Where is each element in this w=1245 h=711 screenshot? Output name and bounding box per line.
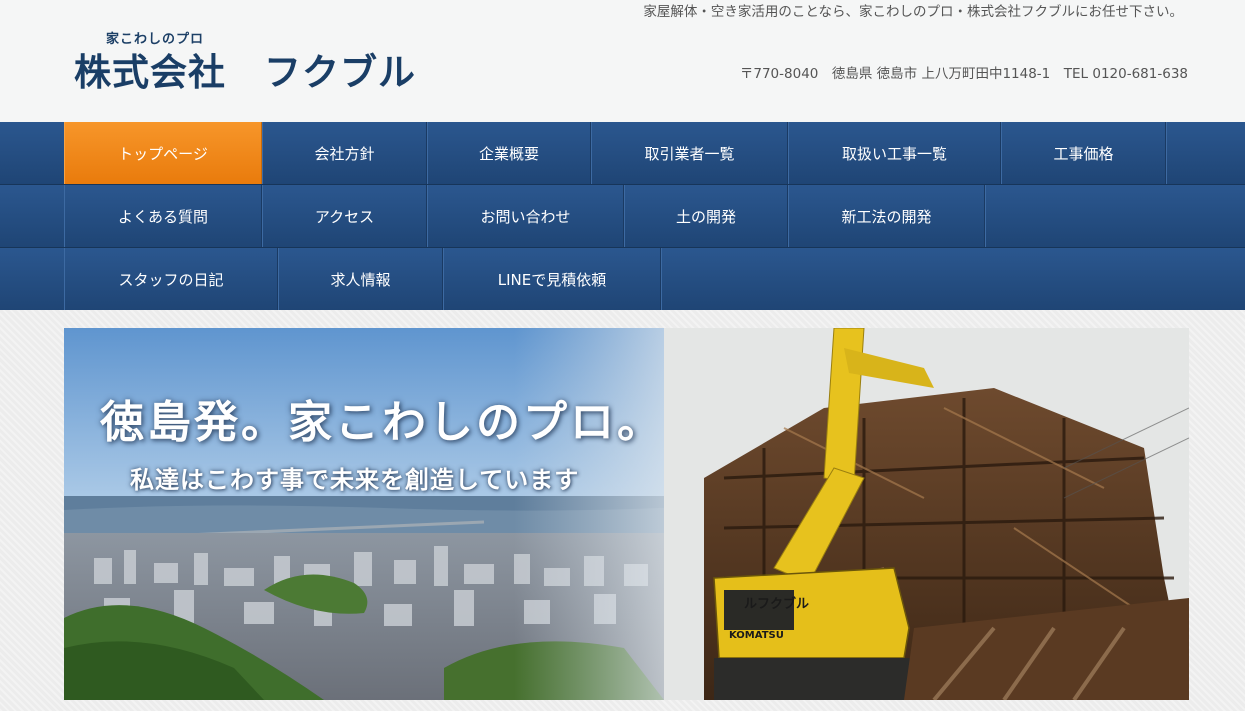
site-header: 家屋解体・空き家活用のことなら、家こわしのプロ・株式会社フクブルにお任せ下さい。…: [0, 0, 1245, 122]
nav-row-filler: [661, 248, 1245, 310]
nav-item-line-estimate[interactable]: LINEで見積依頼: [443, 248, 661, 310]
nav-item-faq[interactable]: よくある質問: [64, 185, 262, 247]
nav-row-3: スタッフの日記 求人情報 LINEで見積依頼: [0, 248, 1245, 310]
nav-item-prices[interactable]: 工事価格: [1001, 122, 1166, 184]
excavator-decal: ルフクブル: [744, 596, 809, 612]
header-tagline: 家屋解体・空き家活用のことなら、家こわしのプロ・株式会社フクブルにお任せ下さい。: [643, 4, 1183, 20]
excavator-brand: KOMATSU: [729, 630, 784, 641]
main-navigation: トップページ 会社方針 企業概要 取引業者一覧 取扱い工事一覧 工事価格 よくあ…: [0, 122, 1245, 310]
hero-illustration: ルフクブル KOMATSU: [64, 328, 1189, 700]
nav-item-contact[interactable]: お問い合わせ: [427, 185, 624, 247]
nav-row-1: トップページ 会社方針 企業概要 取引業者一覧 取扱い工事一覧 工事価格: [0, 122, 1245, 184]
nav-item-policy[interactable]: 会社方針: [262, 122, 427, 184]
nav-row-2: よくある質問 アクセス お問い合わせ 土の開発 新工法の開発: [0, 185, 1245, 247]
hero-subtitle: 私達はこわす事で未来を創造しています: [130, 466, 580, 494]
nav-item-overview[interactable]: 企業概要: [427, 122, 591, 184]
nav-item-recruit[interactable]: 求人情報: [278, 248, 443, 310]
company-address: 〒770-8040 徳島県 徳島市 上八万町田中1148-1 TEL 0120-…: [739, 66, 1188, 82]
nav-item-works[interactable]: 取扱い工事一覧: [788, 122, 1001, 184]
hero-title: 徳島発。家こわしのプロ。: [100, 397, 664, 448]
nav-item-method[interactable]: 新工法の開発: [788, 185, 985, 247]
nav-row-filler: [1166, 122, 1245, 184]
nav-item-partners[interactable]: 取引業者一覧: [591, 122, 788, 184]
nav-item-access[interactable]: アクセス: [262, 185, 427, 247]
nav-item-soil[interactable]: 土の開発: [624, 185, 788, 247]
nav-row-filler: [985, 185, 1245, 247]
nav-item-top[interactable]: トップページ: [64, 122, 262, 184]
hero-banner: ルフクブル KOMATSU 徳島発。家こわしのプロ。 私達はこわす事で未来を創造…: [64, 328, 1189, 700]
logo-company-name: 株式会社 フクブル: [74, 51, 416, 94]
nav-item-staff-diary[interactable]: スタッフの日記: [64, 248, 278, 310]
